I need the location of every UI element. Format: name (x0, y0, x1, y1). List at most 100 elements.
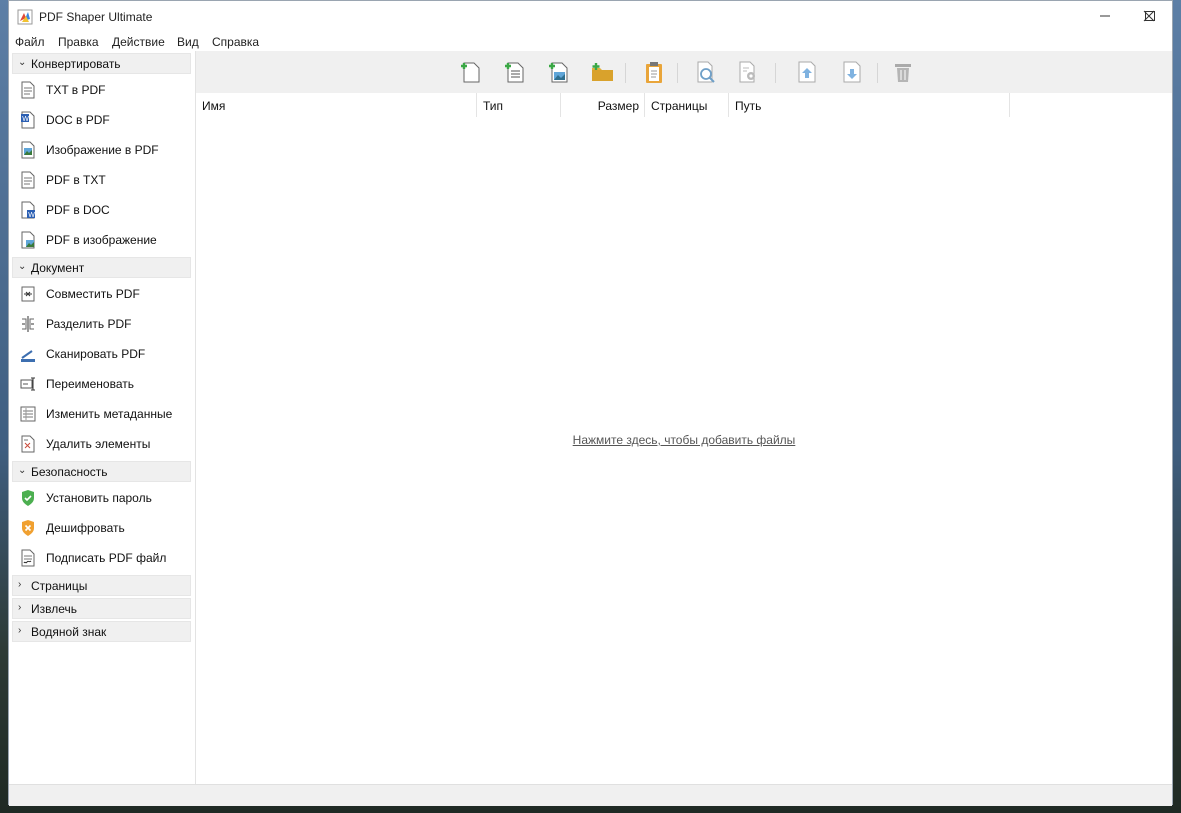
txt-file-icon (21, 171, 35, 189)
word-file-icon: W (21, 111, 35, 129)
split-icon (22, 316, 34, 332)
chevron-right-icon: › (18, 625, 22, 636)
remove-elements-icon (21, 435, 35, 453)
metadata-icon (20, 406, 36, 422)
image-file-icon (21, 141, 35, 159)
group-header-security[interactable]: ⌄ Безопасность (12, 461, 191, 482)
document-gear-icon (739, 61, 755, 83)
sidebar-item-doc-to-pdf[interactable]: W DOC в PDF (18, 107, 188, 133)
sidebar-item-label: Установить пароль (46, 491, 152, 505)
group-header-convert[interactable]: ⌄ Конвертировать (12, 53, 191, 74)
sidebar-item-label: PDF в TXT (46, 173, 106, 187)
sidebar-item-decrypt[interactable]: Дешифровать (18, 515, 188, 541)
group-header-watermark[interactable]: › Водяной знак (12, 621, 191, 642)
group-header-extract[interactable]: › Извлечь (12, 598, 191, 619)
sidebar-item-remove-elements[interactable]: Удалить элементы (18, 431, 188, 457)
delete-button[interactable] (890, 59, 916, 85)
toolbar (196, 51, 1172, 93)
group-label: Безопасность (31, 465, 108, 479)
scanner-icon (21, 350, 35, 362)
paste-button[interactable] (641, 59, 667, 85)
sidebar-item-pdf-to-txt[interactable]: PDF в TXT (18, 167, 188, 193)
column-header-path[interactable]: Путь (729, 93, 1010, 117)
sidebar-item-set-password[interactable]: Установить пароль (18, 485, 188, 511)
sidebar-item-label: Дешифровать (46, 521, 125, 535)
sidebar-item-split-pdf[interactable]: Разделить PDF (18, 311, 188, 337)
shield-x-icon (22, 520, 34, 536)
toolbar-separator (775, 63, 776, 83)
menu-view[interactable]: Вид (177, 35, 199, 49)
shield-check-icon (22, 490, 34, 506)
sidebar-item-label: Совместить PDF (46, 287, 140, 301)
add-image-icon (549, 62, 568, 83)
rename-icon (20, 377, 35, 391)
sidebar-item-sign-pdf[interactable]: Подписать PDF файл (18, 545, 188, 571)
add-file-icon (461, 62, 480, 83)
minimize-button[interactable] (1082, 1, 1128, 31)
app-logo-icon (17, 9, 33, 25)
sidebar-item-label: Изображение в PDF (46, 143, 159, 157)
add-folder-button[interactable] (589, 59, 615, 85)
menu-bar: Файл Правка Действие Вид Справка (9, 33, 1172, 51)
add-text-file-button[interactable] (501, 59, 527, 85)
group-header-pages[interactable]: › Страницы (12, 575, 191, 596)
column-label: Имя (202, 99, 226, 113)
svg-text:W: W (28, 212, 35, 219)
add-files-link[interactable]: Нажмите здесь, чтобы добавить файлы (196, 433, 1172, 447)
menu-action[interactable]: Действие (112, 35, 165, 49)
menu-file[interactable]: Файл (15, 35, 45, 49)
chevron-right-icon: › (18, 602, 22, 613)
preview-button[interactable] (693, 59, 719, 85)
sidebar-item-edit-metadata[interactable]: Изменить метаданные (18, 401, 188, 427)
close-icon (1143, 10, 1155, 22)
sidebar-item-scan-pdf[interactable]: Сканировать PDF (18, 341, 188, 367)
sidebar-item-rename[interactable]: Переименовать (18, 371, 188, 397)
menu-edit[interactable]: Правка (58, 35, 99, 49)
sidebar-item-label: PDF в DOC (46, 203, 110, 217)
move-up-button[interactable] (794, 59, 820, 85)
properties-button[interactable] (735, 59, 761, 85)
svg-text:W: W (22, 116, 29, 123)
menu-help[interactable]: Справка (212, 35, 259, 49)
column-label: Путь (735, 99, 762, 113)
column-header-pages[interactable]: Страницы (645, 93, 729, 117)
column-header-name[interactable]: Имя (196, 93, 477, 117)
sidebar-item-pdf-to-image[interactable]: PDF в изображение (18, 227, 188, 253)
add-image-button[interactable] (545, 59, 571, 85)
sidebar-item-image-to-pdf[interactable]: Изображение в PDF (18, 137, 188, 163)
sidebar-item-txt-to-pdf[interactable]: TXT в PDF (18, 77, 188, 103)
app-window: PDF Shaper Ultimate Файл Правка Действие… (8, 0, 1173, 806)
column-label: Размер (597, 99, 639, 113)
window-title: PDF Shaper Ultimate (39, 10, 153, 24)
sidebar-item-label: Удалить элементы (46, 437, 151, 451)
sidebar-item-pdf-to-doc[interactable]: W PDF в DOC (18, 197, 188, 223)
sidebar: ⌄ Конвертировать TXT в PDF W DOC в PDF И… (9, 51, 196, 784)
column-header-type[interactable]: Тип (477, 93, 561, 117)
group-header-document[interactable]: ⌄ Документ (12, 257, 191, 278)
chevron-down-icon: ⌄ (18, 261, 27, 272)
add-folder-icon (592, 63, 613, 81)
title-bar: PDF Shaper Ultimate (9, 1, 1172, 33)
merge-icon (21, 286, 35, 302)
column-label: Тип (483, 99, 504, 113)
chevron-right-icon: › (18, 579, 22, 590)
file-table-header: Имя Тип Размер Страницы Путь (196, 93, 1172, 117)
column-header-size[interactable]: Размер (561, 93, 645, 117)
sign-document-icon (21, 549, 35, 567)
txt-file-icon (21, 81, 35, 99)
move-down-button[interactable] (839, 59, 865, 85)
close-button[interactable] (1126, 1, 1172, 31)
group-label: Документ (31, 261, 85, 275)
sidebar-item-label: PDF в изображение (46, 233, 157, 247)
group-label: Конвертировать (31, 57, 121, 71)
chevron-down-icon: ⌄ (18, 57, 27, 68)
toolbar-separator (877, 63, 878, 83)
sidebar-item-label: Сканировать PDF (46, 347, 146, 361)
sidebar-item-label: Изменить метаданные (46, 407, 173, 421)
image-file-icon (21, 231, 35, 249)
group-label: Водяной знак (31, 625, 107, 639)
add-file-button[interactable] (457, 59, 483, 85)
sidebar-item-label: Разделить PDF (46, 317, 132, 331)
clipboard-icon (646, 62, 662, 83)
sidebar-item-merge-pdf[interactable]: Совместить PDF (18, 281, 188, 307)
